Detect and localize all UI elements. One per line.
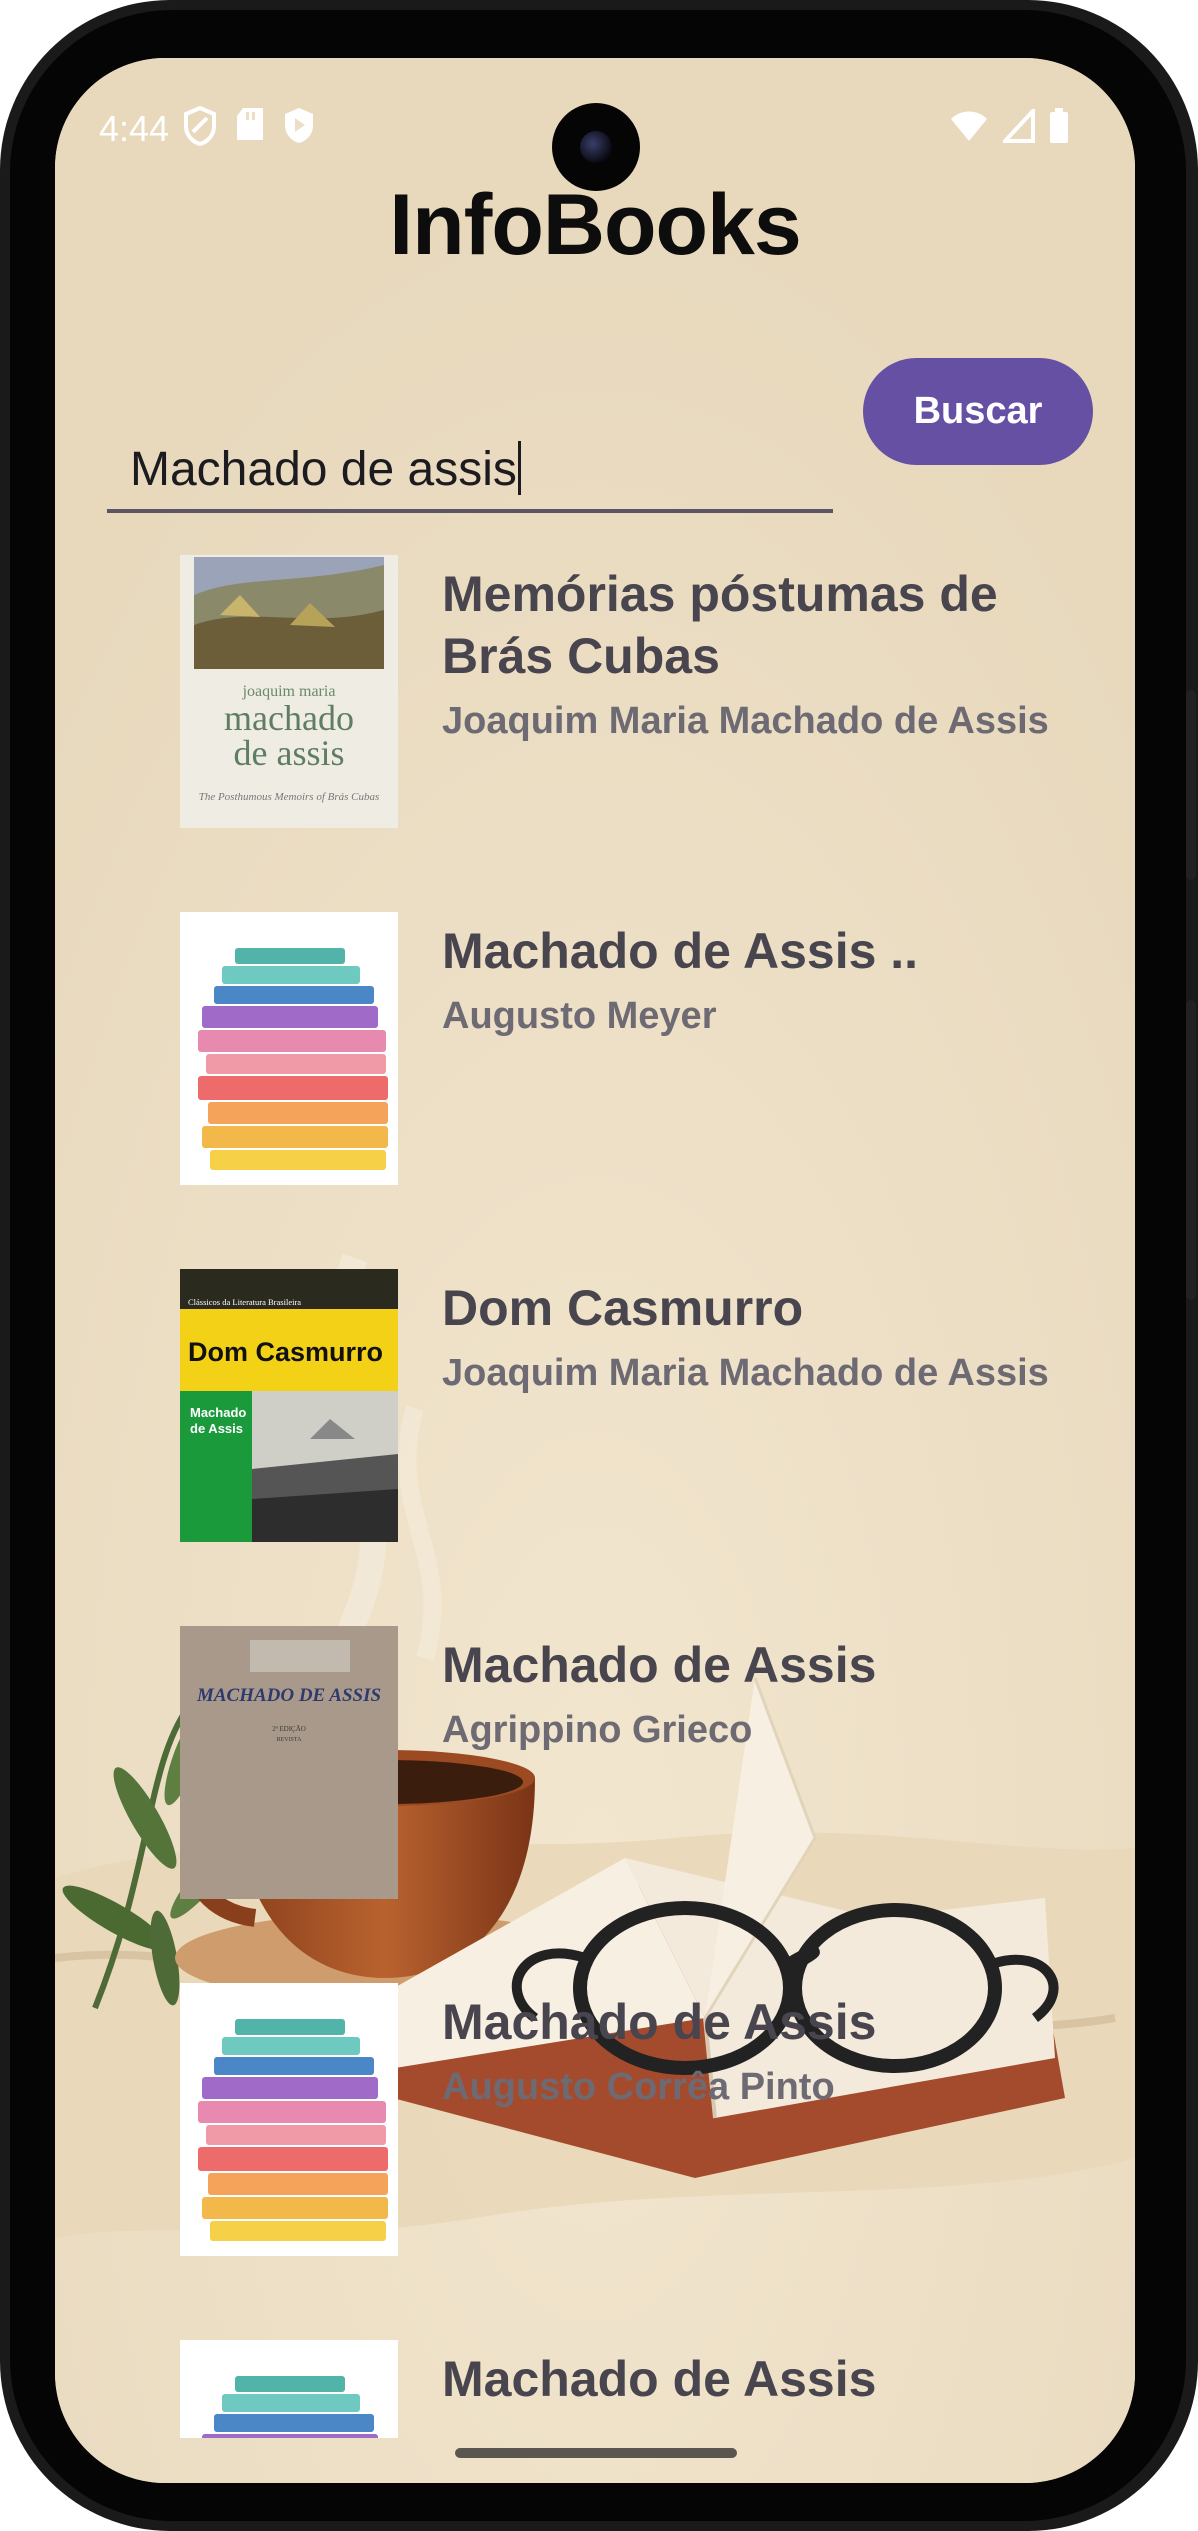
book-item[interactable]: Machado de Assis Augusto Corrêa Pinto [180,1983,1080,2259]
phone-frame: 4:44 InfoBooks Machado de assis Buscar j… [0,0,1198,2531]
book-info: Machado de Assis Augusto Corrêa Pinto [442,1991,1062,2111]
book-title: Dom Casmurro [442,1280,804,1336]
book-title: Machado de Assis [442,1994,877,2050]
cover-series-text: Clássicos da Literatura Brasileira [188,1297,301,1307]
cover-text-3: de assis [234,733,345,773]
book-item[interactable]: Machado de Assis [180,2340,1080,2438]
painting-cover-art: joaquim maria machado de assis The Posth… [180,555,398,828]
cover-text-4: The Posthumous Memoirs of Brás Cubas [199,791,380,803]
book-cover [180,912,398,1185]
play-protect-icon [285,108,313,143]
signal-icon [1003,109,1035,143]
book-author: Augusto Corrêa Pinto [442,2066,835,2108]
book-cover: joaquim maria machado de assis The Posth… [180,555,398,828]
status-left-icons [183,106,315,146]
cover-title-text: Dom Casmurro [188,1337,383,1367]
book-item[interactable]: Clássicos da Literatura Brasileira Dom C… [180,1269,1080,1545]
book-stack-icon [180,912,398,1185]
shield-icon [184,106,216,146]
book-author: Agrippino Grieco [442,1709,753,1751]
book-title: Machado de Assis .. [442,923,919,979]
book-title: Machado de Assis [442,1637,877,1693]
book-title: Machado de Assis [442,2351,877,2407]
book-info: Machado de Assis Agrippino Grieco [442,1634,1062,1754]
battery-icon [1050,108,1068,143]
book-info: Machado de Assis [442,2348,1062,2410]
search-value-text: Machado de assis [130,443,517,496]
cover-edition-text: 2ª EDIÇÃO [272,1725,306,1733]
status-time: 4:44 [99,108,170,149]
app-title: InfoBooks [389,177,801,273]
book-author: Augusto Meyer [442,995,717,1037]
cover-revised-text: REVISTA [277,1737,303,1743]
search-input[interactable]: Machado de assis [107,373,833,513]
book-info: Machado de Assis .. Augusto Meyer [442,920,1062,1040]
book-cover [180,1983,398,2256]
home-indicator[interactable] [455,2448,737,2458]
book-info: Dom Casmurro Joaquim Maria Machado de As… [442,1277,1062,1397]
book-author: Joaquim Maria Machado de Assis [442,700,1049,742]
cover-title-text: MACHADO DE ASSIS [196,1685,381,1706]
book-item[interactable]: MACHADO DE ASSIS 2ª EDIÇÃO REVISTA Macha… [180,1626,1080,1902]
sd-card-icon [237,108,263,140]
old-paper-cover-art: MACHADO DE ASSIS 2ª EDIÇÃO REVISTA [180,1626,398,1899]
power-button [1186,1000,1196,1300]
status-right-icons [949,108,1069,144]
cover-text-2: machado [224,698,354,738]
search-value[interactable]: Machado de assis [130,441,521,497]
volume-button [1186,690,1196,880]
cover-author-text-2: de Assis [190,1421,243,1436]
wifi-icon [951,111,987,141]
book-cover [180,2340,398,2438]
book-cover: Clássicos da Literatura Brasileira Dom C… [180,1269,398,1542]
book-author: Joaquim Maria Machado de Assis [442,1352,1049,1394]
book-stack-icon [180,1983,398,2256]
book-cover: MACHADO DE ASSIS 2ª EDIÇÃO REVISTA [180,1626,398,1899]
app-screen: 4:44 InfoBooks Machado de assis Buscar j… [55,58,1135,2483]
book-info: Memórias póstumas de Brás Cubas Joaquim … [442,563,1062,745]
search-button[interactable]: Buscar [863,358,1093,465]
text-cursor [517,441,521,495]
cover-author-text-1: Machado [190,1405,246,1420]
book-stack-icon [180,2340,398,2438]
book-item[interactable]: joaquim maria machado de assis The Posth… [180,555,1080,831]
book-item[interactable]: Machado de Assis .. Augusto Meyer [180,912,1080,1188]
book-title: Memórias póstumas de Brás Cubas [442,566,998,684]
dom-casmurro-cover-art: Clássicos da Literatura Brasileira Dom C… [180,1269,398,1542]
